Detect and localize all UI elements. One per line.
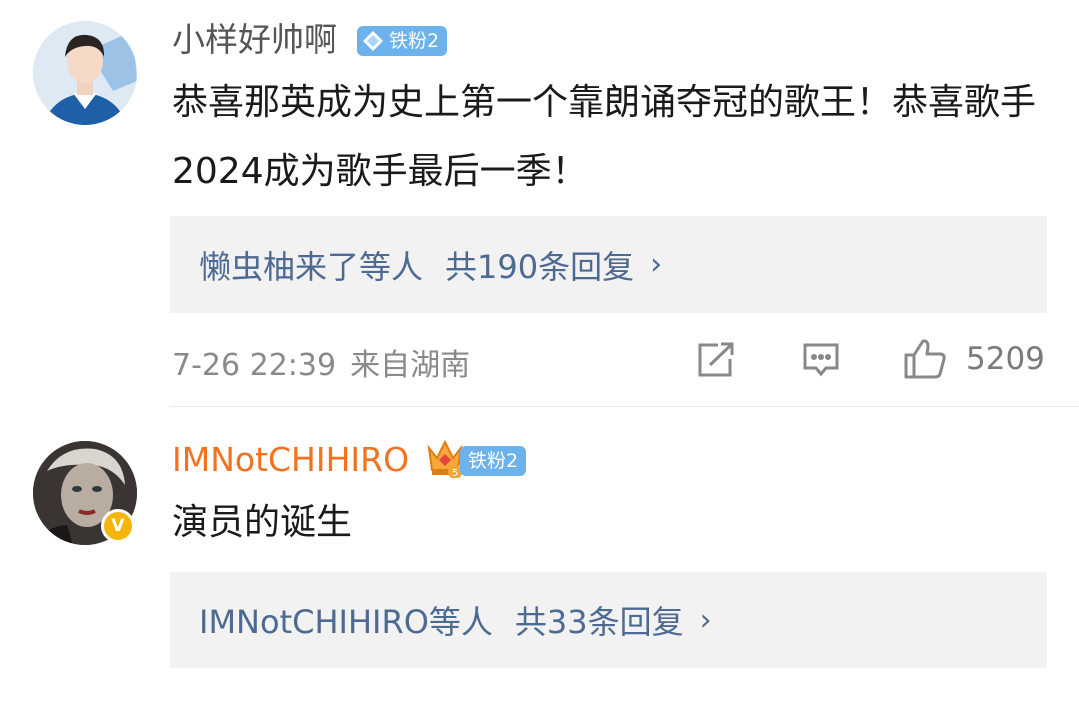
fan-badge: 铁粉2 (357, 26, 448, 56)
comment-icon[interactable] (802, 342, 840, 382)
crown-level: 5 (452, 468, 458, 478)
comment-item: V IMNotCHIHIRO 5 铁粉2 演员的诞生 IMNotCHIHIRO等… (0, 407, 1079, 703)
replies-link[interactable]: 懒虫柚来了等人 共190条回复 › (170, 216, 1047, 313)
diamond-icon (361, 29, 385, 53)
user-avatar[interactable] (33, 21, 137, 125)
replies-who: 懒虫柚来了等人 (199, 247, 424, 286)
comment-text: 恭喜那英成为史上第一个靠朗诵夺冠的歌王！恭喜歌手2024成为歌手最后一季！ (172, 82, 1037, 192)
comment-time: 7-26 22:39 (172, 348, 337, 383)
fan-badge: 铁粉2 (460, 446, 527, 476)
comment-location: 来自湖南 (350, 348, 471, 383)
replies-count: 共33条回复 (514, 603, 684, 641)
replies-count: 共190条回复 (445, 247, 635, 286)
chevron-right-icon: › (699, 602, 712, 638)
comment-meta: 7-26 22:39 来自湖南 (172, 340, 470, 384)
username[interactable]: 小样好帅啊 (172, 20, 337, 60)
like-count: 5209 (966, 341, 1045, 377)
chevron-right-icon: › (650, 247, 663, 282)
verified-badge: V (101, 509, 135, 543)
replies-link[interactable]: IMNotCHIHIRO等人 共33条回复 › (170, 572, 1047, 668)
like-icon[interactable] (903, 338, 947, 384)
comment-text: 演员的诞生 (172, 502, 353, 543)
fan-badge-label: 铁粉2 (468, 450, 519, 472)
replies-who: IMNotCHIHIRO等人 (199, 603, 493, 641)
comment-item: 小样好帅啊 铁粉2 恭喜那英成为史上第一个靠朗诵夺冠的歌王！恭喜歌手2024成为… (0, 0, 1079, 406)
username[interactable]: IMNotCHIHIRO (172, 440, 409, 480)
fan-badge-label: 铁粉2 (389, 30, 440, 52)
crown-icon: 5 (426, 438, 464, 479)
share-icon[interactable] (696, 341, 736, 383)
